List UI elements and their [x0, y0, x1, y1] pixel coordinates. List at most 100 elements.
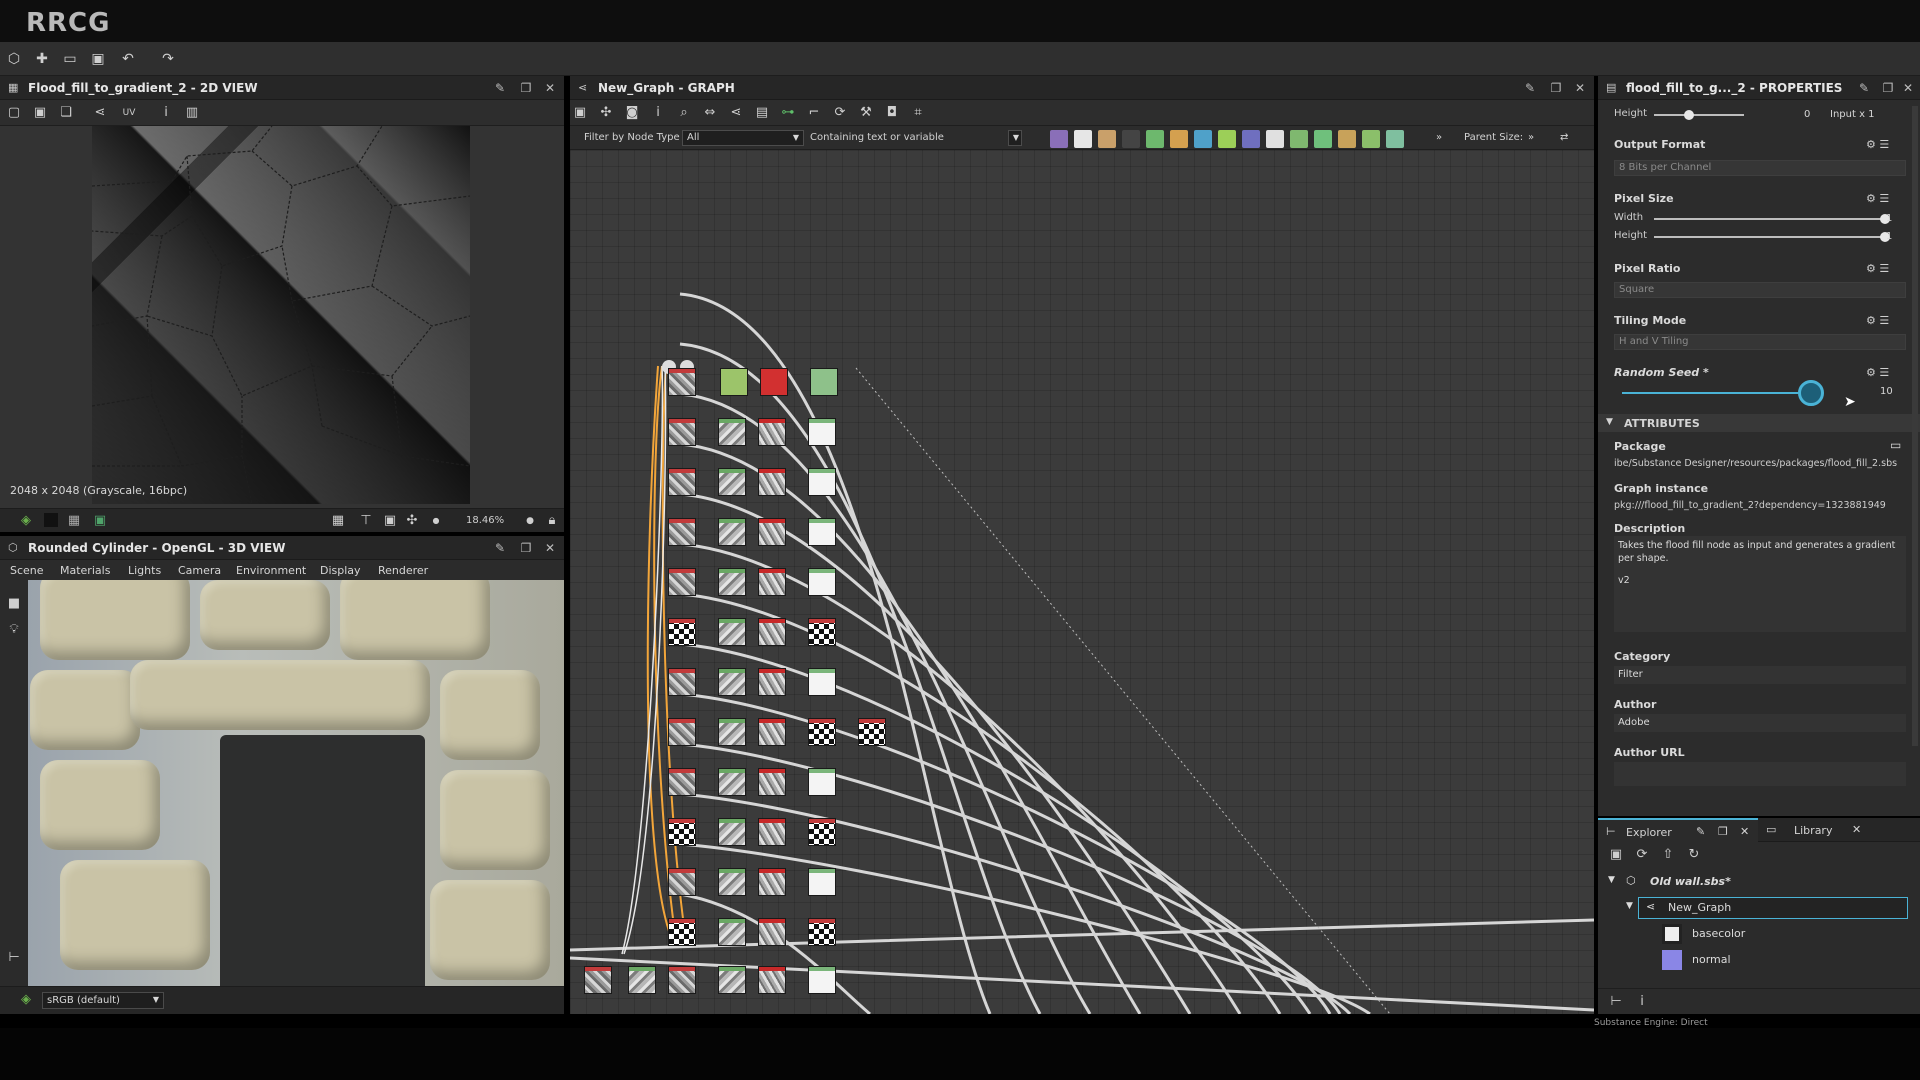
filter-transform-icon[interactable] [1194, 130, 1212, 148]
graph-node[interactable] [718, 918, 746, 946]
filter-warp-icon[interactable] [1242, 130, 1260, 148]
colorspace-select[interactable]: sRGB (default) ▼ [42, 992, 164, 1009]
graph-node[interactable] [718, 468, 746, 496]
open-folder-icon[interactable]: ▭ [62, 51, 78, 67]
pin-icon[interactable]: ✎ [1522, 80, 1538, 96]
param-actions-icon[interactable]: ⚙ ☰ [1866, 138, 1906, 151]
bg-black-swatch[interactable] [44, 513, 58, 527]
graph-node[interactable] [758, 918, 786, 946]
graph-node[interactable] [718, 718, 746, 746]
graph-node[interactable] [718, 568, 746, 596]
channel-icon[interactable]: ▣ [92, 513, 108, 529]
new-substance-icon[interactable]: ✚ [34, 51, 50, 67]
menu-materials[interactable]: Materials [60, 564, 110, 577]
pixel-ratio-select[interactable]: Square [1614, 282, 1906, 298]
tools-icon[interactable]: ⚒ [858, 105, 874, 121]
filter-blend-icon[interactable] [1098, 130, 1116, 148]
histogram-icon[interactable]: ▥ [184, 105, 200, 121]
move-icon[interactable]: ✣ [598, 105, 614, 121]
link-icon[interactable]: ⊶ [780, 105, 796, 121]
crop-icon[interactable]: ⌗ [910, 105, 926, 121]
save-icon[interactable]: ▣ [1608, 847, 1624, 863]
fit-view-icon[interactable]: ▣ [382, 513, 398, 529]
filter-mountain-icon[interactable] [1386, 130, 1404, 148]
graph-node[interactable] [758, 418, 786, 446]
align-icon[interactable]: ⇔ [702, 105, 718, 121]
height-slider[interactable] [1654, 114, 1744, 116]
attributes-section-header[interactable]: ▼ ATTRIBUTES [1598, 414, 1920, 432]
pin-icon[interactable]: ✎ [1696, 825, 1705, 838]
filter-image-icon[interactable] [1050, 130, 1068, 148]
filter-value-icon[interactable] [1338, 130, 1356, 148]
refresh-icon[interactable]: ⟳ [832, 105, 848, 121]
graph-node[interactable] [758, 768, 786, 796]
graph-node[interactable] [718, 818, 746, 846]
undo-icon[interactable]: ↶ [120, 51, 136, 67]
random-seed-slider[interactable] [1622, 392, 1812, 394]
screenshot-icon[interactable]: ◙ [624, 105, 640, 121]
graph-node[interactable] [668, 618, 696, 646]
text-variable-select[interactable]: ▼ [1008, 130, 1022, 146]
uv-toggle[interactable]: UV [118, 105, 140, 121]
frame-icon[interactable]: ▣ [572, 105, 588, 121]
uniform-color-node[interactable] [810, 368, 838, 396]
hierarchy-icon[interactable]: ⋖ [728, 105, 744, 121]
filter-curve-icon[interactable] [1146, 130, 1164, 148]
output-node[interactable] [808, 618, 836, 646]
pan-icon[interactable]: ✣ [404, 513, 420, 529]
connector-icon[interactable]: ⇄ [1560, 132, 1568, 143]
graph-node[interactable] [758, 618, 786, 646]
menu-lights[interactable]: Lights [128, 564, 161, 577]
close-icon[interactable]: ✕ [542, 540, 558, 556]
camera-icon[interactable]: ■ [6, 596, 22, 612]
output-node[interactable] [808, 718, 836, 746]
menu-camera[interactable]: Camera [178, 564, 221, 577]
close-icon[interactable]: ✕ [542, 80, 558, 96]
reload-icon[interactable]: ↻ [1686, 847, 1702, 863]
save-icon[interactable]: ▣ [90, 51, 106, 67]
close-icon[interactable]: ✕ [1852, 823, 1861, 836]
graph-node[interactable] [668, 918, 696, 946]
graph-node[interactable] [718, 768, 746, 796]
output-node[interactable] [808, 518, 836, 546]
uniform-color-node[interactable] [760, 368, 788, 396]
tree-graph[interactable]: ▼ ⋖ New_Graph [1598, 896, 1920, 920]
graph-node[interactable] [758, 468, 786, 496]
tree-output-basecolor[interactable]: basecolor [1598, 922, 1920, 946]
comment-icon[interactable]: ▤ [754, 105, 770, 121]
graph-node[interactable] [718, 868, 746, 896]
graph-node[interactable] [668, 868, 696, 896]
filter-levels-icon[interactable] [1170, 130, 1188, 148]
graph-node[interactable] [758, 518, 786, 546]
graph-node[interactable] [668, 966, 696, 994]
output-node[interactable] [808, 768, 836, 796]
graph-node[interactable] [668, 718, 696, 746]
graph-node[interactable] [758, 868, 786, 896]
light-icon[interactable]: 💡︎ [6, 622, 22, 638]
tree-output-normal[interactable]: normal [1598, 948, 1920, 972]
info-icon[interactable]: i [650, 105, 666, 121]
input-node[interactable] [628, 966, 656, 994]
graph-node[interactable] [668, 568, 696, 596]
tiling-mode-select[interactable]: H and V Tiling [1614, 334, 1906, 350]
graph-node[interactable] [668, 418, 696, 446]
refresh-icon[interactable]: ⟳ [1634, 847, 1650, 863]
pin-icon[interactable]: ✎ [492, 80, 508, 96]
close-icon[interactable]: ✕ [1900, 80, 1916, 96]
zoom-dot-icon[interactable]: ● [522, 513, 538, 529]
graph-node[interactable] [758, 818, 786, 846]
share-icon[interactable]: ⋖ [92, 105, 108, 121]
more-filters-icon[interactable]: » [1436, 132, 1442, 143]
menu-scene[interactable]: Scene [10, 564, 44, 577]
output-node[interactable] [858, 718, 886, 746]
param-actions-icon[interactable]: ⚙ ☰ [1866, 314, 1906, 327]
output-node[interactable] [808, 868, 836, 896]
tab-explorer[interactable]: ⊢ Explorer ✎ ❐ ✕ [1598, 818, 1758, 842]
graph-node[interactable] [718, 418, 746, 446]
output-node[interactable] [808, 468, 836, 496]
info-icon[interactable]: i [1634, 994, 1650, 1010]
search-icon[interactable]: ⌕ [676, 105, 692, 121]
layers-icon[interactable]: ◈ [18, 992, 34, 1008]
graph-node[interactable] [668, 668, 696, 696]
tile-icon[interactable]: ⊤ [358, 513, 374, 529]
